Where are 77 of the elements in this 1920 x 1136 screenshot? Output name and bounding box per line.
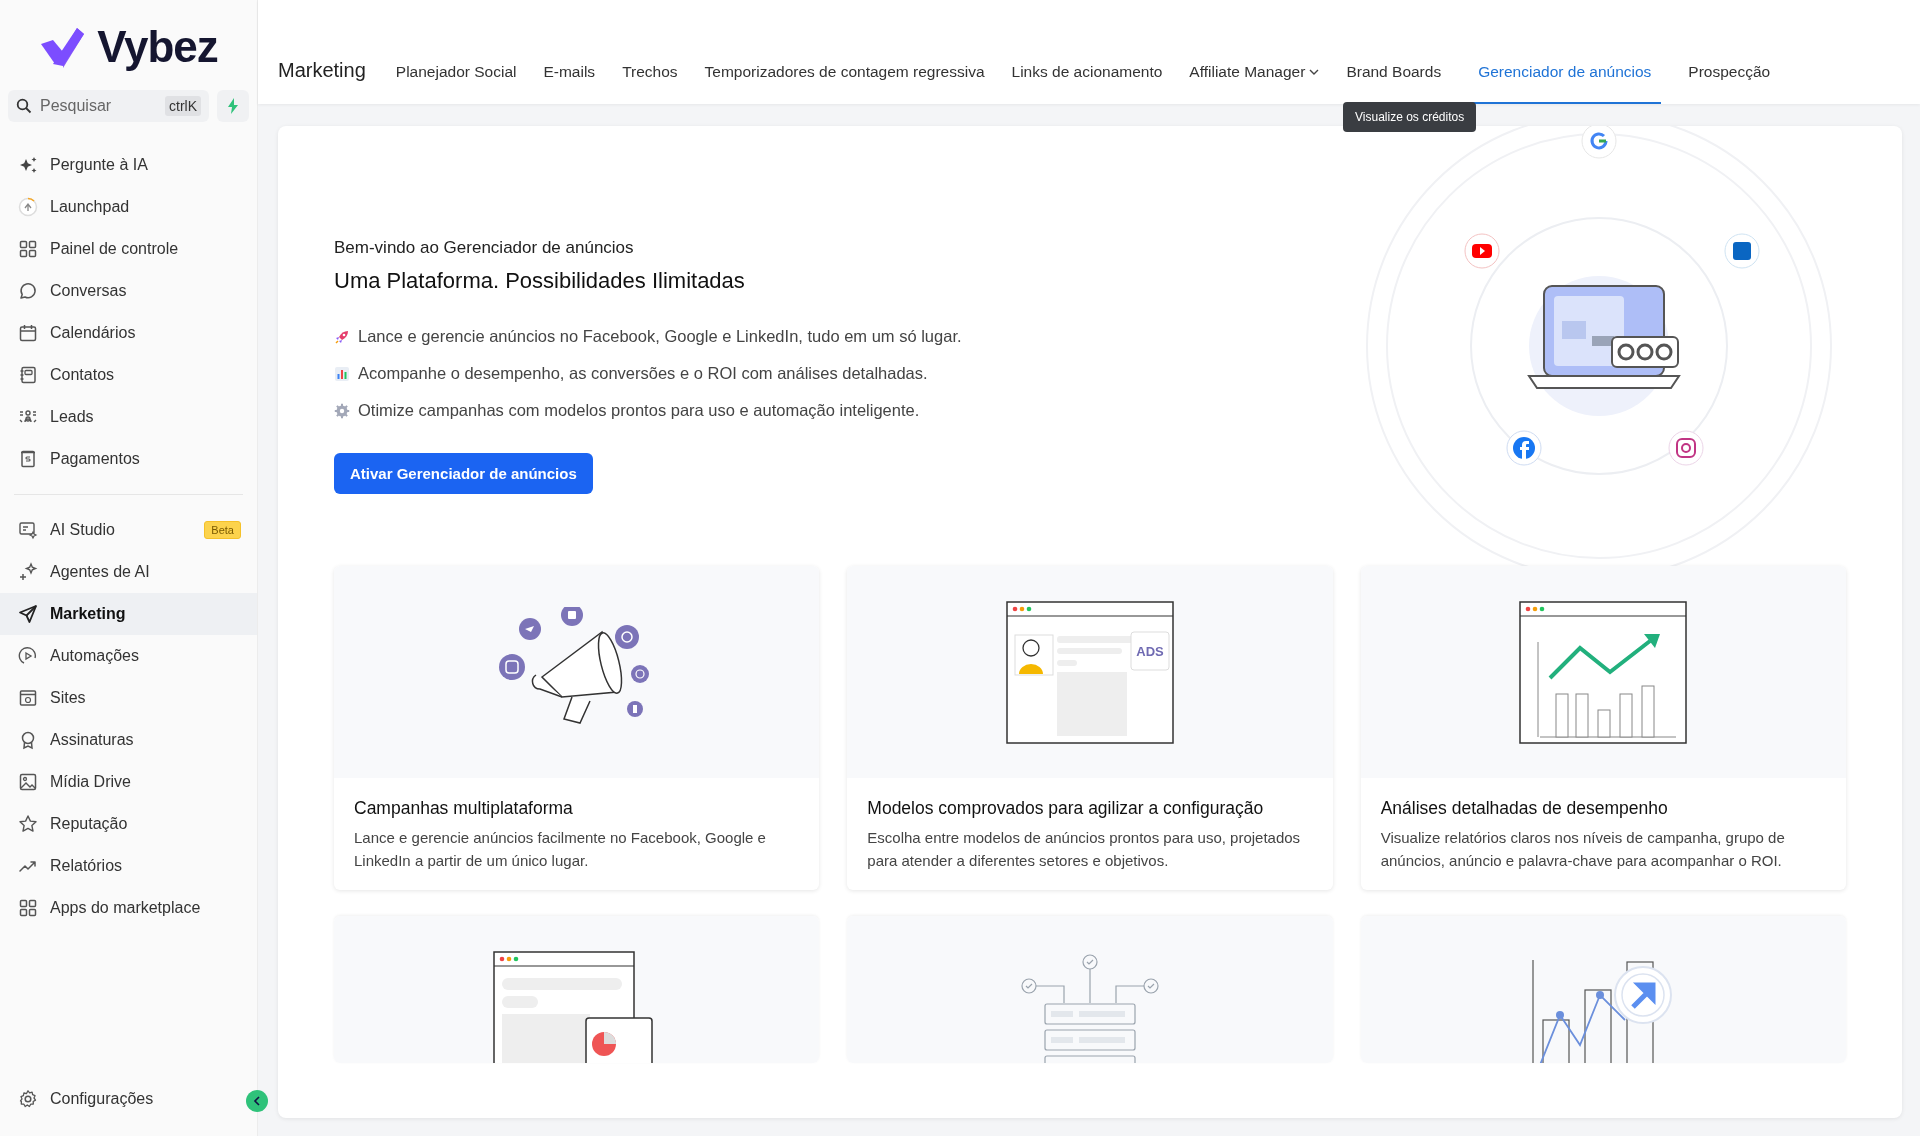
sidebar-item[interactable]: Automações bbox=[0, 635, 257, 677]
sidebar-item[interactable]: Painel de controle bbox=[0, 228, 257, 270]
feature-text: Otimize campanhas com modelos prontos para uso e automação inteligente. bbox=[358, 401, 920, 420]
card-title: Análises detalhadas de desempenho bbox=[1380, 798, 1669, 819]
nav-tab[interactable]: Planejador Social bbox=[395, 63, 517, 104]
hero-title: Uma Plataforma. Possibilidades Ilimitadas bbox=[334, 268, 746, 294]
sidebar-item[interactable]: Assinaturas bbox=[0, 719, 257, 761]
sidebar-item[interactable]: Contatos bbox=[0, 354, 257, 396]
chart-bar bbox=[1542, 1019, 1570, 1063]
chat-bubble-icon bbox=[18, 281, 38, 301]
card-description: Escolha entre modelos de anúncios prontos para uso, projetados para atender a diferentes setores e objetivos. bbox=[867, 828, 1302, 871]
nav-tab[interactable]: Affiliate Manager bbox=[1189, 63, 1320, 104]
tooltip: Visualize os créditos bbox=[1343, 102, 1477, 132]
ads-label: ADS bbox=[1136, 643, 1164, 659]
shortcut-hint: ctrlK bbox=[165, 96, 201, 116]
lightning-icon bbox=[227, 98, 239, 114]
play-cycle-icon bbox=[18, 646, 38, 666]
nav-tab[interactable]: Brand Boards bbox=[1346, 63, 1442, 104]
sparkle-plus-icon bbox=[18, 562, 38, 582]
sidebar-item[interactable]: Leads bbox=[0, 396, 257, 438]
search-icon bbox=[16, 98, 32, 114]
chart-point bbox=[1556, 1011, 1565, 1019]
card-title: Campanhas multiplataforma bbox=[354, 798, 574, 819]
feature-text: Acompanhe o desempenho, as conversões e o ROI com análises detalhadas. bbox=[358, 364, 928, 383]
beta-badge: Beta bbox=[204, 521, 241, 539]
sidebar-item[interactable]: AI Studio Beta bbox=[0, 509, 257, 551]
nav-tab[interactable]: Links de acionamento bbox=[1011, 63, 1163, 104]
sidebar-item[interactable]: Mídia Drive bbox=[0, 761, 257, 803]
grid-icon bbox=[18, 898, 38, 918]
sidebar-item[interactable]: Launchpad bbox=[0, 186, 257, 228]
nav-tab[interactable]: Gerenciador de anúncios bbox=[1468, 63, 1662, 104]
chart-bar bbox=[1641, 685, 1655, 737]
sidebar-item[interactable]: Pagamentos bbox=[0, 438, 257, 480]
ai-studio-icon bbox=[18, 520, 38, 540]
sidebar-item[interactable]: Reputação bbox=[0, 803, 257, 845]
brand-name: Vybez bbox=[97, 22, 218, 72]
card-description: Lance e gerencie anúncios facilmente no Facebook, Google e LinkedIn a partir de um único lugar. bbox=[354, 828, 767, 871]
bar-chart-icon bbox=[334, 365, 350, 382]
nav-tab[interactable]: Prospecção bbox=[1688, 63, 1771, 104]
feature-text: Lance e gerencie anúncios no Facebook, Google e LinkedIn, tudo em um só lugar. bbox=[358, 327, 962, 346]
chart-bar bbox=[1619, 693, 1633, 737]
welcome-subtitle: Bem-vindo ao Gerenciador de anúncios bbox=[334, 238, 635, 258]
grid-icon bbox=[18, 239, 38, 259]
sidebar-item[interactable]: Pergunte à IA bbox=[0, 144, 257, 186]
search-input[interactable]: Pesquisar bbox=[38, 96, 159, 116]
invoice-icon bbox=[18, 449, 38, 469]
nav-tab[interactable]: Trechos bbox=[622, 63, 678, 104]
activate-button[interactable]: Ativar Gerenciador de anúncios bbox=[334, 453, 593, 494]
sidebar-item[interactable]: Marketing bbox=[0, 593, 257, 635]
send-icon bbox=[18, 604, 38, 624]
image-icon bbox=[18, 772, 38, 792]
chart-bar bbox=[1597, 709, 1611, 737]
sidebar-item[interactable]: Conversas bbox=[0, 270, 257, 312]
chart-point bbox=[1596, 991, 1605, 999]
settings-item[interactable]: Configurações bbox=[0, 1078, 243, 1120]
nav-tab[interactable]: Temporizadores de contagem regressiva bbox=[704, 63, 985, 104]
chart-bar bbox=[1575, 693, 1589, 737]
section-title: Marketing bbox=[278, 59, 366, 83]
chevron-left-icon bbox=[253, 1096, 261, 1106]
collapse-button[interactable] bbox=[246, 1090, 268, 1112]
sidebar-item[interactable]: Calendários bbox=[0, 312, 257, 354]
card-description: Visualize relatórios claros nos níveis de campanha, grupo de anúncios, anúncio e palavra-chave para acompanhar o ROI. bbox=[1380, 828, 1786, 871]
sidebar-item[interactable]: Relatórios bbox=[0, 845, 257, 887]
sidebar-item[interactable]: Apps do marketplace bbox=[0, 887, 257, 929]
gear-icon bbox=[334, 402, 350, 419]
calendar-icon bbox=[18, 323, 38, 343]
sidebar-item[interactable]: Agentes de AI bbox=[0, 551, 257, 593]
contact-book-icon bbox=[18, 365, 38, 385]
card-title: Modelos comprovados para agilizar a configuração bbox=[867, 798, 1265, 819]
sparkle-icon bbox=[18, 155, 38, 175]
search-field[interactable]: Pesquisar ctrlK bbox=[8, 90, 209, 122]
sidebar-item[interactable]: Sites bbox=[0, 677, 257, 719]
chart-bar bbox=[1555, 693, 1569, 737]
star-icon bbox=[18, 814, 38, 834]
browser-window-icon bbox=[18, 688, 38, 708]
nav-tab[interactable]: E-mails bbox=[543, 63, 596, 104]
settings-icon bbox=[18, 1089, 38, 1109]
